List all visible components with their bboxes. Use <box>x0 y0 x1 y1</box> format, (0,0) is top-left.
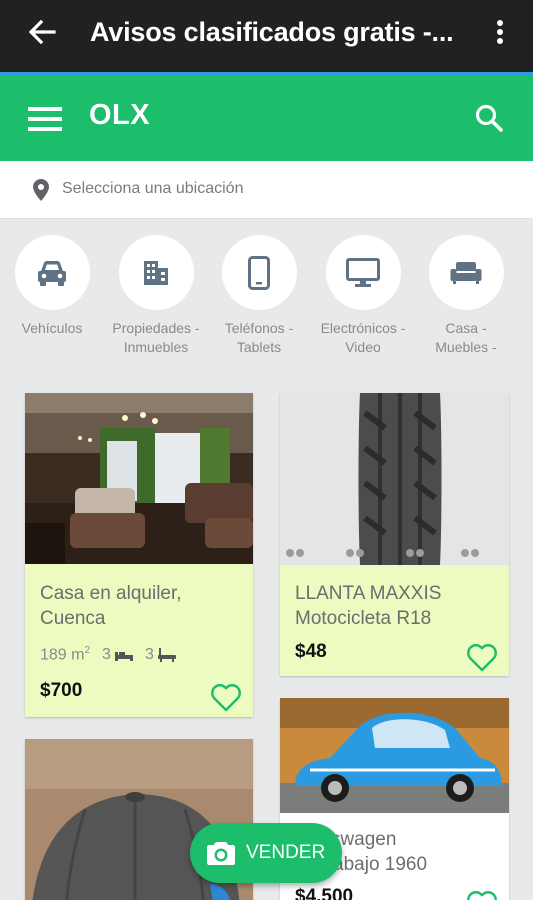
brand-logo[interactable]: OLX <box>89 99 150 132</box>
listing-photo <box>25 393 253 564</box>
listing-card-llanta[interactable]: LLANTA MAXXIS Motocicleta R18 $48 <box>280 393 509 676</box>
location-placeholder: Selecciona una ubicación <box>62 180 244 197</box>
category-label: Electrónicos - Video <box>320 320 406 355</box>
listing-specs: 189 m2 3 3 <box>40 645 176 664</box>
category-telefonos[interactable]: Teléfonos - Tablets <box>214 235 304 357</box>
search-icon[interactable] <box>474 103 504 133</box>
listing-price: $700 <box>40 680 83 701</box>
area-value: 189 m2 <box>40 645 91 664</box>
favorite-heart-icon[interactable] <box>466 890 498 900</box>
hamburger-menu-icon[interactable] <box>28 105 62 133</box>
favorite-heart-icon[interactable] <box>210 683 242 713</box>
category-vehiculos[interactable]: Vehículos <box>7 235 97 338</box>
site-header: OLX <box>0 75 533 161</box>
bed-icon <box>114 651 133 661</box>
bathtub-icon <box>157 647 176 662</box>
sofa-icon <box>450 261 482 284</box>
listing-title: LLANTA MAXXIS Motocicleta R18 <box>295 583 442 629</box>
baths-count: 3 <box>144 645 154 663</box>
listing-price: $48 <box>295 641 327 662</box>
location-pin-icon <box>33 179 49 201</box>
category-label: Teléfonos - Tablets <box>224 320 294 355</box>
listing-price: $4.500 <box>295 886 354 900</box>
favorite-heart-icon[interactable] <box>466 643 498 673</box>
listing-photo <box>280 698 509 813</box>
category-label: Casa - Muebles - <box>435 320 497 355</box>
sell-button[interactable]: VENDER <box>190 823 342 883</box>
category-propiedades[interactable]: Propiedades - Inmuebles <box>111 235 201 357</box>
window-title: Avisos clasificados gratis -... <box>90 17 454 47</box>
category-electronicos[interactable]: Electrónicos - Video <box>318 235 408 357</box>
back-arrow-icon[interactable] <box>26 16 58 48</box>
sell-button-label: VENDER <box>246 842 326 863</box>
category-label: Vehículos <box>21 320 83 336</box>
beds-count: 3 <box>102 645 111 663</box>
monitor-icon <box>346 257 380 287</box>
category-casa[interactable]: Casa - Muebles - <box>421 235 511 357</box>
app-bar: Avisos clasificados gratis -... <box>0 0 533 72</box>
category-label: Propiedades - Inmuebles <box>112 320 200 355</box>
phone-icon <box>248 255 270 290</box>
building-icon <box>144 260 168 285</box>
listing-title: Casa en alquiler, Cuenca <box>40 583 182 629</box>
overflow-menu-icon[interactable] <box>488 16 512 48</box>
camera-icon <box>207 842 235 865</box>
location-selector[interactable]: Selecciona una ubicación <box>0 161 533 219</box>
car-icon <box>38 260 66 286</box>
listing-photo <box>280 393 509 565</box>
listing-card-casa[interactable]: Casa en alquiler, Cuenca 189 m2 3 3 $700 <box>25 393 253 717</box>
